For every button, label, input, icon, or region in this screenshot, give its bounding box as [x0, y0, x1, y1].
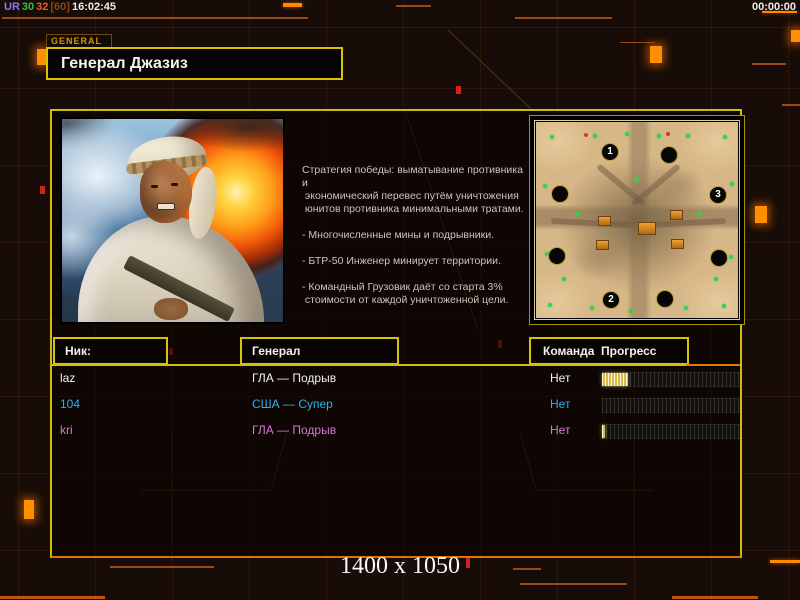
resource-dot — [629, 309, 633, 313]
glow-block — [24, 500, 34, 519]
resolution-overlay: 1400 x 1050 — [340, 553, 460, 579]
briefing-paragraph: - Командный Грузовик даёт со старта 3% с… — [302, 281, 509, 306]
nick-cell: laz — [60, 371, 76, 385]
enemy-dot — [584, 133, 588, 137]
resource-dot — [697, 212, 701, 216]
header-general-label: Генерал — [252, 344, 301, 358]
progress-bar — [602, 424, 740, 439]
glow-block — [650, 46, 662, 63]
start-position — [548, 247, 566, 265]
resource-dot — [625, 132, 629, 136]
header-nick-label: Ник: — [65, 344, 92, 358]
resource-dot — [729, 255, 733, 259]
briefing-paragraph: - Многочисленные мины и подрывники. — [302, 229, 495, 241]
minimap: 1 3 2 — [529, 115, 745, 325]
briefing-paragraph: Стратегия победы: выматывание противника… — [302, 164, 524, 215]
start-position — [710, 249, 728, 267]
progress-bar — [602, 372, 740, 387]
status-segment: 30 — [21, 1, 35, 13]
status-segment: [60] — [50, 1, 70, 13]
general-cell: ГЛА — Подрыв — [252, 371, 337, 385]
enemy-dot — [666, 132, 670, 136]
portrait-art — [62, 119, 283, 322]
resource-dot — [562, 277, 566, 281]
progress-fill — [602, 425, 605, 438]
resource-dot — [590, 306, 594, 310]
player-row: laz ГЛА — Подрыв Нет — [52, 366, 740, 392]
start-position-3: 3 — [709, 186, 727, 204]
resource-dot — [576, 212, 580, 216]
red-dot — [456, 86, 461, 94]
resource-dot — [723, 135, 727, 139]
general-cell: ГЛА — Подрыв — [252, 423, 337, 437]
resource-dot — [657, 134, 661, 138]
resource-dot — [686, 134, 690, 138]
start-position — [551, 185, 569, 203]
structure-marker — [670, 210, 683, 220]
red-dot — [40, 186, 45, 194]
structure-marker — [596, 240, 609, 250]
glow-block — [791, 30, 800, 42]
player-row: kri ГЛА — Подрыв Нет — [52, 418, 740, 444]
status-segment: 16:02:45 — [71, 1, 116, 13]
player-row: 104 США — Супер Нет — [52, 392, 740, 418]
header-nick: Ник: — [53, 337, 168, 365]
general-cell: США — Супер — [252, 397, 333, 411]
resource-dot — [593, 134, 597, 138]
team-cell: Нет — [550, 397, 571, 411]
general-name-title: Генерал Джазиз — [46, 47, 343, 80]
resource-dot — [730, 182, 734, 186]
resource-dot — [684, 306, 688, 310]
status-segment: UR — [4, 1, 20, 13]
resource-dot — [548, 303, 552, 307]
glow-block — [755, 206, 767, 223]
briefing-text: Стратегия победы: выматывание противника… — [302, 164, 524, 320]
match-timer: 00:00:00 — [751, 1, 796, 13]
start-position — [656, 290, 674, 308]
progress-fill — [602, 373, 629, 386]
team-cell: Нет — [550, 423, 571, 437]
nick-cell: kri — [60, 423, 73, 437]
resource-dot — [635, 177, 639, 181]
start-position-1: 1 — [601, 143, 619, 161]
status-bar: UR 30 32 [60] 16:02:45 — [4, 1, 118, 13]
minimap-frame: 1 3 2 — [534, 120, 740, 320]
briefing-paragraph: - БТР-50 Инженер минирует территории. — [302, 255, 501, 267]
team-cell: Нет — [550, 371, 571, 385]
resource-dot — [550, 135, 554, 139]
start-position — [660, 146, 678, 164]
progress-bar — [602, 398, 740, 413]
resource-dot — [714, 277, 718, 281]
resource-dot — [543, 184, 547, 188]
briefing-panel: Стратегия победы: выматывание противника… — [50, 109, 745, 558]
header-progress-label: Прогресс — [601, 344, 657, 358]
status-segment: 32 — [36, 1, 49, 13]
structure-marker — [671, 239, 684, 249]
header-team-progress: Команда Прогресс — [529, 337, 689, 365]
nick-cell: 104 — [60, 397, 81, 411]
header-team-label: Команда — [543, 344, 595, 358]
header-general: Генерал — [240, 337, 399, 365]
structure-marker — [638, 222, 656, 235]
structure-marker — [598, 216, 611, 226]
start-position-2: 2 — [602, 291, 620, 309]
minimap-terrain: 1 3 2 — [536, 122, 738, 318]
resource-dot — [722, 304, 726, 308]
general-portrait — [60, 117, 285, 324]
